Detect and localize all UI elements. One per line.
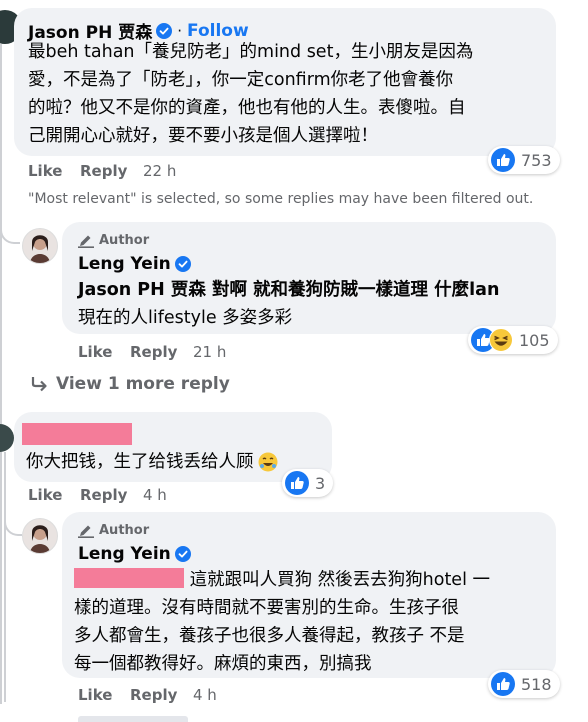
author-avatar[interactable]: [22, 228, 58, 264]
commenter-name[interactable]: Leng Yein: [78, 254, 171, 274]
timestamp[interactable]: 21 h: [193, 343, 226, 361]
view-more-label[interactable]: View 1 more reply: [56, 374, 230, 394]
reaction-count: 753: [521, 150, 552, 170]
comment-line: 你大把钱，生了给钱丢给人顾: [26, 452, 254, 472]
filter-notice: "Most relevant" is selected, so some rep…: [28, 191, 534, 207]
reply-header: Leng Yein: [78, 544, 191, 564]
separator-dot: ·: [177, 21, 183, 40]
reply-button[interactable]: Reply: [130, 686, 177, 704]
verified-badge-icon: [174, 546, 191, 562]
redacted-name: [22, 423, 132, 445]
pencil-icon: [78, 525, 94, 538]
thread-line: [0, 44, 2, 704]
comment-text: 你大把钱，生了给钱丢给人顾: [26, 448, 278, 476]
thread-connector: [0, 208, 20, 244]
reaction-summary[interactable]: 753: [488, 146, 560, 174]
reply-button[interactable]: Reply: [80, 162, 127, 180]
next-item-partial: [78, 716, 188, 722]
like-button[interactable]: Like: [78, 686, 112, 704]
author-avatar[interactable]: [22, 518, 58, 554]
thread-line: [4, 452, 6, 702]
like-reaction-icon: [491, 672, 515, 696]
pencil-icon: [78, 235, 94, 248]
reaction-count: 518: [521, 674, 552, 694]
author-tag-label: Author: [99, 523, 150, 538]
reply-text: Jason PH 贾森 對啊 就和養狗防賊一樣道理 什麼lan 現在的人life…: [78, 276, 548, 332]
reply-line: 樣的道理。沒有時間就不要害別的生命。生孩子很: [74, 598, 459, 618]
reply-arrow-icon: [31, 377, 47, 392]
like-reaction-icon: [285, 471, 309, 495]
reaction-count: 3: [315, 473, 326, 493]
comment-line: 的啦？他又不是你的資產，他也有他的人生。表傻啦。自: [28, 98, 466, 118]
view-more-replies[interactable]: View 1 more reply: [30, 374, 230, 394]
timestamp[interactable]: 4 h: [143, 486, 167, 504]
reply-first-line: 這就跟叫人買狗 然後丟去狗狗hotel 一: [189, 570, 490, 590]
like-button[interactable]: Like: [28, 162, 62, 180]
haha-reaction-icon: [489, 328, 513, 352]
avatar-image-icon: [30, 235, 50, 263]
reply-button[interactable]: Reply: [80, 486, 127, 504]
avatar[interactable]: [0, 424, 14, 452]
reply-line: Jason PH 贾森 對啊 就和養狗防賊一樣道理 什麼lan: [78, 280, 500, 300]
timestamp[interactable]: 4 h: [193, 686, 217, 704]
verified-badge-icon: [174, 256, 191, 272]
reaction-count: 105: [519, 330, 550, 350]
redacted-mention: [74, 568, 184, 588]
reply-line: 多人都會生，養孩子也很多人養得起，教孩子 不是: [74, 626, 465, 646]
comment-line: 己開開心心就好，要不要小孩是個人選擇啦！: [28, 126, 378, 146]
comment-line: 最beh tahan「養兒防老」的mind set，生小朋友是因為: [28, 42, 474, 62]
reaction-summary[interactable]: 105: [468, 326, 558, 354]
timestamp[interactable]: 22 h: [143, 162, 176, 180]
thread-connector: [4, 500, 22, 536]
verified-badge-icon: [156, 22, 173, 39]
like-reaction-icon: [491, 148, 515, 172]
reply-line: 每一個都教得好。麻煩的東西，別搞我: [74, 654, 372, 674]
reply-text: 這就跟叫人買狗 然後丟去狗狗hotel 一 樣的道理。沒有時間就不要害別的生命。…: [74, 566, 554, 678]
reply-line: 這就跟叫人買狗 然後丟去狗狗hotel 一: [74, 566, 554, 594]
reaction-summary[interactable]: 518: [488, 670, 560, 698]
like-button[interactable]: Like: [28, 486, 62, 504]
comment-line: 愛，不是為了「防老」，你一定confirm你老了他會養你: [28, 70, 454, 90]
reply-header: Leng Yein: [78, 254, 191, 274]
comment-text: 最beh tahan「養兒防老」的mind set，生小朋友是因為 愛，不是為了…: [28, 38, 548, 150]
author-tag: Author: [78, 233, 149, 248]
commenter-name[interactable]: Leng Yein: [78, 544, 171, 564]
avatar-image-icon: [30, 525, 50, 553]
reply-button[interactable]: Reply: [130, 343, 177, 361]
laughing-emoji-icon: [258, 452, 277, 472]
like-button[interactable]: Like: [78, 343, 112, 361]
author-tag: Author: [78, 523, 149, 538]
author-tag-label: Author: [99, 233, 150, 248]
reaction-summary[interactable]: 3: [282, 469, 334, 497]
